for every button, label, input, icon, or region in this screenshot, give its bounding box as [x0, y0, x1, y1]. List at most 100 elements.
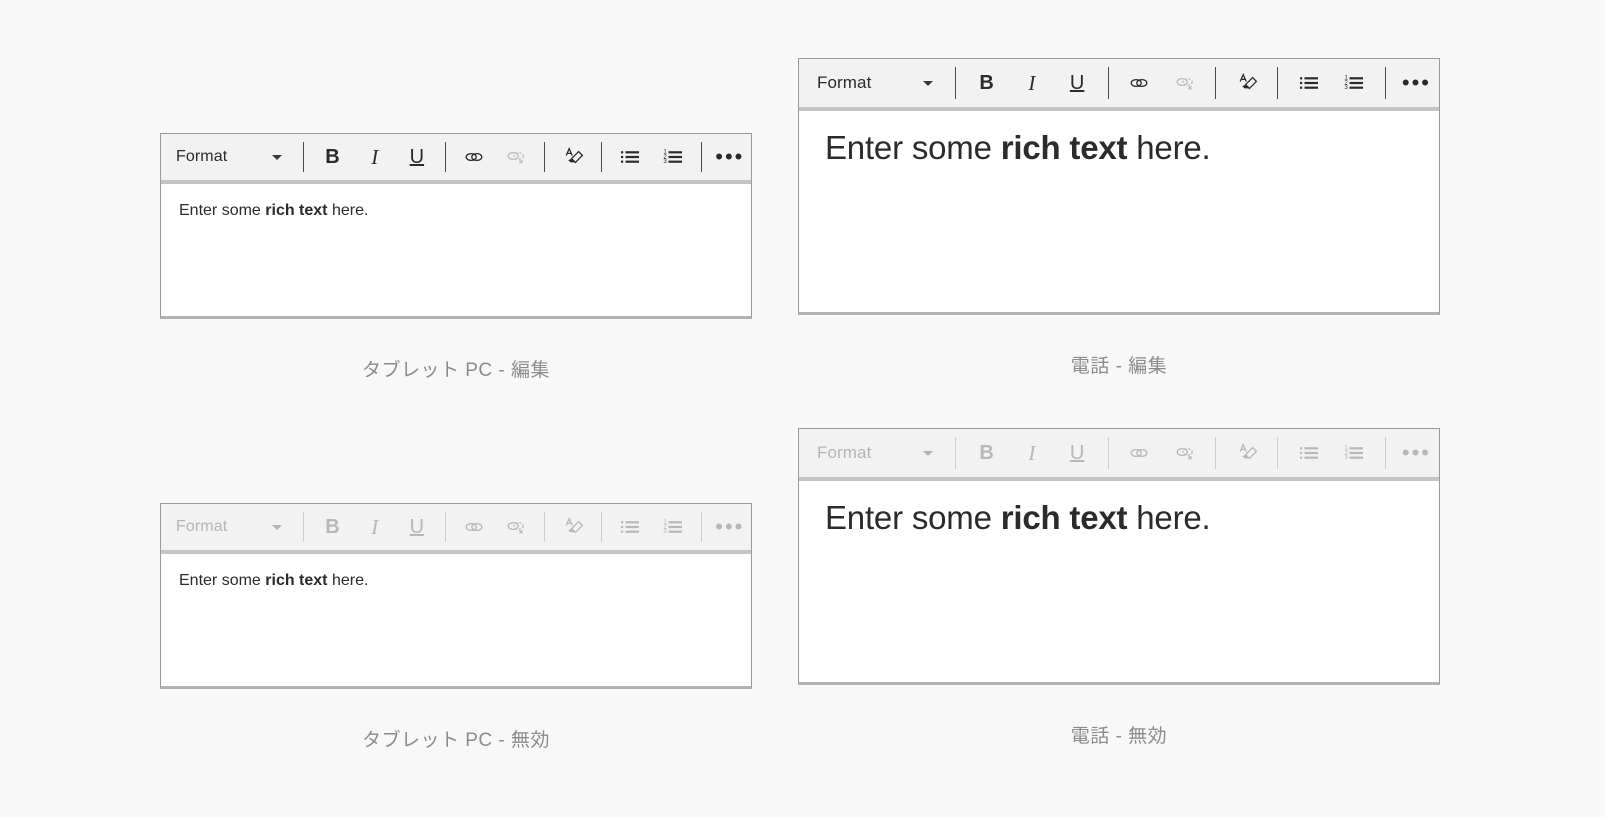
content-text-after: here. [327, 202, 369, 219]
italic-button[interactable]: I [1009, 60, 1054, 106]
svg-text:3: 3 [663, 528, 667, 535]
underline-button: U [1054, 430, 1099, 476]
rich-text-editor-tablet-edit[interactable]: Format B I U 1 2 3 ••• Enter some rich t… [160, 133, 752, 319]
bold-button[interactable]: B [311, 135, 353, 179]
italic-icon: I [1028, 440, 1036, 465]
panel-phone-disabled: Format B I U 1 2 3 ••• Enter some rich t… [798, 428, 1440, 748]
svg-text:3: 3 [1345, 84, 1349, 91]
bold-button: B [311, 505, 353, 549]
toolbar-separator [303, 142, 305, 172]
numbered-list-icon: 1 2 3 [1345, 445, 1364, 461]
bulleted-list-button[interactable] [1286, 60, 1331, 106]
bulleted-list-icon [1299, 447, 1318, 459]
content-text-after: here. [1127, 499, 1211, 536]
clear-formatting-button [552, 505, 594, 549]
italic-icon: I [371, 514, 379, 539]
toolbar-separator [544, 512, 546, 542]
chevron-down-icon [272, 524, 283, 530]
bulleted-list-button [1286, 430, 1331, 476]
content-text-bold: rich text [265, 202, 328, 219]
unlink-icon [507, 151, 525, 164]
content-text-before: Enter some [825, 499, 1001, 536]
insert-link-button[interactable] [1117, 60, 1162, 106]
toolbar-separator [1215, 67, 1217, 99]
panel-tablet-edit: Format B I U 1 2 3 ••• Enter some rich t… [160, 133, 752, 382]
insert-link-button[interactable] [453, 135, 495, 179]
underline-icon: U [409, 146, 425, 168]
underline-icon: U [1069, 442, 1085, 464]
content-text-before: Enter some [825, 129, 1001, 166]
bold-button[interactable]: B [964, 60, 1009, 106]
bulleted-list-icon [1299, 77, 1318, 89]
clear-formatting-button[interactable] [552, 135, 594, 179]
toolbar-separator [1277, 437, 1279, 469]
more-options-button[interactable]: ••• [709, 135, 751, 179]
toolbar-separator [544, 142, 546, 172]
content-text-bold: rich text [1000, 129, 1128, 166]
underline-icon: U [409, 516, 425, 538]
clear-formatting-button[interactable] [1224, 60, 1269, 106]
editor-toolbar[interactable]: Format B I U 1 2 3 ••• [799, 59, 1439, 111]
bold-icon: B [325, 516, 340, 538]
content-text-before: Enter some [179, 572, 266, 589]
numbered-list-icon: 1 2 3 [663, 149, 682, 165]
toolbar-separator [955, 437, 956, 469]
link-icon [465, 152, 483, 162]
toolbar-separator [1277, 67, 1279, 99]
format-dropdown[interactable]: Format [799, 59, 947, 107]
toolbar-separator [444, 512, 446, 542]
editor-content-area: Enter some rich text here. [799, 481, 1439, 540]
format-dropdown[interactable]: Format [161, 134, 296, 180]
editor-toolbar: Format B I U 1 2 3 ••• [161, 504, 751, 554]
insert-link-button [453, 505, 495, 549]
editor-content-area[interactable]: Enter some rich text here. [799, 111, 1439, 170]
toolbar-separator [1384, 67, 1386, 99]
toolbar-separator [601, 142, 603, 172]
panel-caption-tablet-disabled: タブレット PC - 無効 [361, 730, 551, 751]
remove-link-button [495, 505, 537, 549]
bold-icon: B [325, 146, 340, 168]
bulleted-list-button[interactable] [609, 135, 651, 179]
ellipsis-icon: ••• [715, 514, 745, 540]
panel-phone-edit: Format B I U 1 2 3 ••• Enter some rich t… [798, 58, 1440, 378]
italic-button: I [354, 505, 396, 549]
numbered-list-icon: 1 2 3 [663, 519, 682, 535]
more-options-button[interactable]: ••• [1394, 60, 1439, 106]
clear-formatting-icon [565, 516, 584, 534]
panel-caption-phone-edit: 電話 - 編集 [1070, 356, 1168, 377]
editor-toolbar[interactable]: Format B I U 1 2 3 ••• [161, 134, 751, 184]
numbered-list-button[interactable]: 1 2 3 [1332, 60, 1377, 106]
rich-text-editor-phone-edit[interactable]: Format B I U 1 2 3 ••• Enter some rich t… [798, 58, 1440, 315]
chevron-down-icon [923, 450, 934, 456]
bulleted-list-button [609, 505, 651, 549]
toolbar-separator [601, 512, 603, 542]
unlink-icon [1176, 447, 1193, 460]
toolbar-separator [700, 512, 702, 542]
editor-content-area: Enter some rich text here. [161, 554, 751, 592]
editor-content-area[interactable]: Enter some rich text here. [161, 184, 751, 222]
numbered-list-button: 1 2 3 [1332, 430, 1377, 476]
italic-button[interactable]: I [354, 135, 396, 179]
remove-link-button[interactable] [1162, 60, 1207, 106]
format-dropdown-label: Format [176, 148, 228, 165]
remove-link-button[interactable] [495, 135, 537, 179]
format-dropdown: Format [799, 429, 947, 477]
clear-formatting-button [1224, 430, 1269, 476]
link-icon [1130, 448, 1148, 458]
link-icon [465, 522, 483, 532]
link-icon [1130, 78, 1148, 88]
panel-caption-tablet-edit: タブレット PC - 編集 [361, 360, 551, 381]
numbered-list-button[interactable]: 1 2 3 [652, 135, 694, 179]
toolbar-separator [1107, 437, 1109, 469]
editor-toolbar: Format B I U 1 2 3 ••• [799, 429, 1439, 481]
format-dropdown: Format [161, 504, 296, 550]
toolbar-separator [1384, 437, 1386, 469]
unlink-icon [1176, 77, 1193, 90]
clear-formatting-icon [1239, 72, 1258, 90]
content-text-after: here. [1127, 129, 1211, 166]
italic-button: I [1009, 430, 1054, 476]
chevron-down-icon [923, 80, 934, 86]
underline-button[interactable]: U [396, 135, 438, 179]
content-text-bold: rich text [1000, 499, 1128, 536]
underline-button[interactable]: U [1054, 60, 1099, 106]
